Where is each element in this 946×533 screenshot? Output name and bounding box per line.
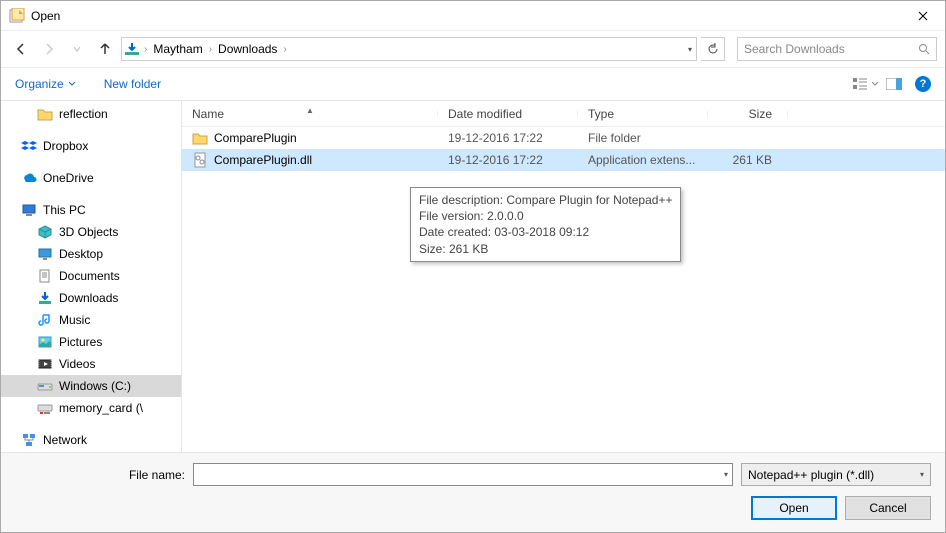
network-icon: [21, 432, 37, 448]
close-button[interactable]: [900, 1, 945, 30]
column-type[interactable]: Type: [578, 107, 708, 121]
documents-icon: [37, 268, 53, 284]
file-type-filter[interactable]: Notepad++ plugin (*.dll) ▾: [741, 463, 931, 486]
open-button[interactable]: Open: [751, 496, 837, 520]
tree-item-this-pc[interactable]: This PC: [1, 199, 181, 221]
chevron-down-icon: [68, 80, 76, 88]
chevron-right-icon: ›: [142, 44, 149, 55]
this-pc-icon: [21, 202, 37, 218]
tree-item-network[interactable]: Network: [1, 429, 181, 451]
back-button[interactable]: [9, 37, 33, 61]
tree-item-onedrive[interactable]: OneDrive: [1, 167, 181, 189]
up-button[interactable]: [93, 37, 117, 61]
navigation-tree[interactable]: reflection Dropbox OneDrive This PC 3D O…: [1, 101, 181, 452]
search-icon: [918, 43, 930, 55]
network-drive-icon: [37, 400, 53, 416]
refresh-button[interactable]: [701, 37, 725, 61]
breadcrumb-segment[interactable]: Maytham: [149, 38, 206, 60]
tree-item-dropbox[interactable]: Dropbox: [1, 135, 181, 157]
cancel-button[interactable]: Cancel: [845, 496, 931, 520]
tree-item-memory-card[interactable]: memory_card (\: [1, 397, 181, 419]
app-icon: [9, 8, 25, 24]
tree-item-3d-objects[interactable]: 3D Objects: [1, 221, 181, 243]
downloads-icon: [37, 290, 53, 306]
tree-item-reflection[interactable]: reflection: [1, 103, 181, 125]
drive-icon: [37, 378, 53, 394]
view-options-button[interactable]: [853, 73, 879, 95]
column-size[interactable]: Size: [708, 107, 788, 121]
tree-item-desktop[interactable]: Desktop: [1, 243, 181, 265]
tree-item-documents[interactable]: Documents: [1, 265, 181, 287]
tree-item-videos[interactable]: Videos: [1, 353, 181, 375]
column-date[interactable]: Date modified: [438, 107, 578, 121]
filename-label: File name:: [15, 468, 185, 482]
title-bar: Open: [1, 1, 945, 31]
forward-button: [37, 37, 61, 61]
recent-dropdown[interactable]: [65, 37, 89, 61]
pictures-icon: [37, 334, 53, 350]
search-input[interactable]: Search Downloads: [737, 37, 937, 61]
file-row-dll[interactable]: ComparePlugin.dll 19-12-2016 17:22 Appli…: [182, 149, 945, 171]
command-bar: Organize New folder ?: [1, 67, 945, 101]
dialog-footer: File name: ▾ Notepad++ plugin (*.dll) ▾ …: [1, 452, 945, 532]
downloads-icon: [124, 41, 140, 57]
nav-bar: › Maytham › Downloads › ▾ Search Downloa…: [1, 31, 945, 67]
sort-asc-icon: ▲: [306, 106, 314, 115]
videos-icon: [37, 356, 53, 372]
file-row-folder[interactable]: ComparePlugin 19-12-2016 17:22 File fold…: [182, 127, 945, 149]
chevron-down-icon: [871, 80, 879, 88]
column-headers: Name ▲ Date modified Type Size: [182, 101, 945, 127]
file-tooltip: File description: Compare Plugin for Not…: [410, 187, 681, 262]
window-title: Open: [31, 9, 900, 23]
breadcrumb-segment[interactable]: Downloads: [214, 38, 281, 60]
chevron-down-icon[interactable]: ▾: [724, 470, 728, 479]
folder-icon: [37, 106, 53, 122]
music-icon: [37, 312, 53, 328]
chevron-down-icon: ▾: [920, 470, 924, 479]
filename-input[interactable]: ▾: [193, 463, 733, 486]
onedrive-icon: [21, 170, 37, 186]
new-folder-button[interactable]: New folder: [104, 77, 161, 91]
tree-item-music[interactable]: Music: [1, 309, 181, 331]
file-list-pane: Name ▲ Date modified Type Size ComparePl…: [182, 101, 945, 452]
3d-objects-icon: [37, 224, 53, 240]
folder-icon: [192, 130, 208, 146]
breadcrumb-bar[interactable]: › Maytham › Downloads › ▾: [121, 37, 697, 61]
dll-file-icon: [192, 152, 208, 168]
desktop-icon: [37, 246, 53, 262]
column-name[interactable]: Name ▲: [182, 107, 438, 121]
dropbox-icon: [21, 138, 37, 154]
tree-item-drive-c[interactable]: Windows (C:): [1, 375, 181, 397]
open-dialog: Open › Maytham › Downloads › ▾: [0, 0, 946, 533]
organize-menu[interactable]: Organize: [15, 77, 76, 91]
preview-pane-button[interactable]: [881, 73, 907, 95]
help-button[interactable]: ?: [915, 76, 931, 92]
search-placeholder: Search Downloads: [744, 42, 845, 56]
tree-item-downloads[interactable]: Downloads: [1, 287, 181, 309]
tree-item-pictures[interactable]: Pictures: [1, 331, 181, 353]
breadcrumb-dropdown[interactable]: ▾: [688, 45, 692, 54]
chevron-right-icon: ›: [207, 44, 214, 55]
file-list[interactable]: ComparePlugin 19-12-2016 17:22 File fold…: [182, 127, 945, 452]
chevron-right-icon: ›: [281, 44, 288, 55]
content-area: reflection Dropbox OneDrive This PC 3D O…: [1, 101, 945, 452]
